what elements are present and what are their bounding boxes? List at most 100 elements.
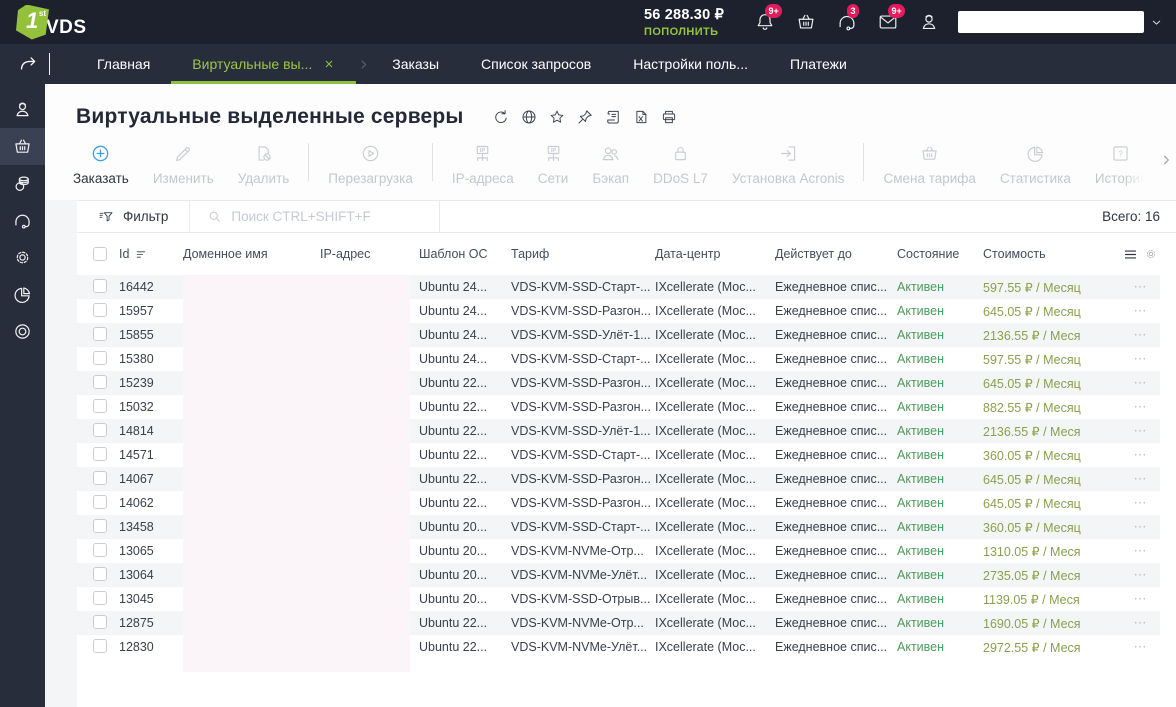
row-checkbox[interactable] bbox=[93, 398, 107, 413]
toolbar-button-label: Сети bbox=[537, 171, 569, 186]
row-checkbox[interactable] bbox=[93, 518, 107, 533]
row-checkbox[interactable] bbox=[93, 542, 107, 557]
row-checkbox[interactable] bbox=[93, 302, 107, 317]
row-actions-button[interactable]: ⋯ bbox=[1134, 399, 1161, 415]
filter-button[interactable]: Фильтр bbox=[98, 209, 168, 225]
cell-tariff: VDS-KVM-SSD-Улёт-1... bbox=[511, 424, 651, 438]
column-header-ip[interactable]: IP-адрес bbox=[320, 247, 419, 261]
row-actions-button[interactable]: ⋯ bbox=[1134, 471, 1161, 487]
row-actions-button[interactable]: ⋯ bbox=[1134, 279, 1161, 295]
column-header-domain[interactable]: Доменное имя bbox=[183, 247, 320, 261]
sidebar-item-statistics[interactable] bbox=[0, 276, 45, 313]
brand-logo[interactable]: 1 st VDS bbox=[16, 4, 112, 40]
columns-menu-icon[interactable] bbox=[1123, 247, 1138, 262]
sort-icon[interactable] bbox=[135, 248, 148, 261]
forward-arrow-button[interactable] bbox=[18, 54, 39, 75]
row-checkbox[interactable] bbox=[93, 326, 107, 341]
row-checkbox[interactable] bbox=[93, 422, 107, 437]
toolbar-button-statistics[interactable]: Статистика bbox=[988, 141, 1083, 188]
row-actions-button[interactable]: ⋯ bbox=[1134, 495, 1161, 511]
page-header-block: Виртуальные выделенные серверы Заказать … bbox=[45, 84, 1176, 200]
support-button[interactable]: 3 bbox=[836, 4, 860, 33]
column-header-tariff[interactable]: Тариф bbox=[511, 247, 655, 261]
column-header-id[interactable]: Id bbox=[119, 247, 183, 261]
topup-link[interactable]: ПОПОЛНИТЬ bbox=[644, 26, 724, 38]
toolbar-button-networks[interactable]: Сети bbox=[526, 141, 581, 188]
row-checkbox[interactable] bbox=[93, 638, 107, 653]
row-actions-button[interactable]: ⋯ bbox=[1134, 519, 1161, 535]
user-name-redacted[interactable] bbox=[958, 11, 1144, 33]
column-header-os-template[interactable]: Шаблон ОС bbox=[419, 247, 511, 261]
row-checkbox[interactable] bbox=[93, 614, 107, 629]
redaction-overlay bbox=[183, 276, 410, 672]
tab-payments[interactable]: Платежи bbox=[769, 44, 868, 84]
cell-datacenter: IXcellerate (Мос... bbox=[655, 424, 756, 438]
log-icon bbox=[604, 108, 622, 126]
sidebar-item-clients[interactable] bbox=[0, 91, 45, 128]
close-icon[interactable] bbox=[323, 58, 335, 70]
ip-icon bbox=[543, 143, 564, 164]
toolbar-button-delete[interactable]: Удалить bbox=[226, 141, 302, 188]
toolbar-button-backup[interactable]: Бэкап bbox=[580, 141, 641, 188]
sidebar-item-products[interactable] bbox=[0, 128, 45, 165]
export-excel-button[interactable] bbox=[632, 108, 650, 126]
chevron-right-icon bbox=[1159, 153, 1173, 167]
search-input[interactable] bbox=[231, 209, 407, 224]
log-button[interactable] bbox=[604, 108, 622, 126]
row-checkbox[interactable] bbox=[93, 470, 107, 485]
messages-button[interactable]: 9+ bbox=[877, 4, 906, 33]
row-actions-button[interactable]: ⋯ bbox=[1134, 447, 1161, 463]
sidebar-item-monitoring[interactable] bbox=[0, 313, 45, 350]
cart-button[interactable] bbox=[795, 11, 817, 33]
cell-datacenter: IXcellerate (Мос... bbox=[655, 328, 756, 342]
tab-home[interactable]: Главная bbox=[76, 44, 171, 84]
row-actions-button[interactable]: ⋯ bbox=[1134, 591, 1161, 607]
toolbar-button-acronis-install[interactable]: Установка Acronis bbox=[720, 141, 857, 188]
sidebar-item-billing[interactable] bbox=[0, 165, 45, 202]
row-actions-button[interactable]: ⋯ bbox=[1134, 423, 1161, 439]
tab-request-list[interactable]: Список запросов bbox=[460, 44, 612, 84]
refresh-button[interactable] bbox=[492, 108, 510, 126]
print-button[interactable] bbox=[660, 108, 678, 126]
tab-orders[interactable]: Заказы bbox=[371, 44, 460, 84]
favorite-button[interactable] bbox=[548, 108, 566, 126]
row-checkbox[interactable] bbox=[93, 278, 107, 293]
row-actions-button[interactable]: ⋯ bbox=[1134, 639, 1161, 655]
row-actions-button[interactable]: ⋯ bbox=[1134, 375, 1161, 391]
toolbar-button-change-tariff[interactable]: Смена тарифа bbox=[871, 141, 987, 188]
toolbar-button-reboot[interactable]: Перезагрузка bbox=[316, 141, 425, 188]
row-actions-button[interactable]: ⋯ bbox=[1134, 615, 1161, 631]
row-checkbox[interactable] bbox=[93, 566, 107, 581]
row-checkbox[interactable] bbox=[93, 590, 107, 605]
toolbar-button-order[interactable]: Заказать bbox=[61, 141, 141, 188]
select-all-checkbox[interactable] bbox=[93, 247, 107, 261]
row-actions-button[interactable]: ⋯ bbox=[1134, 351, 1161, 367]
toolbar-button-ddos-l7[interactable]: DDoS L7 bbox=[641, 141, 720, 188]
profile-button[interactable] bbox=[918, 11, 940, 33]
toolbar-button-edit[interactable]: Изменить bbox=[141, 141, 226, 188]
row-checkbox[interactable] bbox=[93, 350, 107, 365]
tab-virtual-servers[interactable]: Виртуальные вы... bbox=[171, 44, 357, 84]
sidebar-item-settings[interactable] bbox=[0, 239, 45, 276]
column-header-datacenter[interactable]: Дата-центр bbox=[655, 247, 775, 261]
row-checkbox[interactable] bbox=[93, 446, 107, 461]
row-checkbox[interactable] bbox=[93, 494, 107, 509]
column-header-state[interactable]: Состояние bbox=[897, 247, 983, 261]
row-actions-button[interactable]: ⋯ bbox=[1134, 303, 1161, 319]
row-actions-button[interactable]: ⋯ bbox=[1134, 543, 1161, 559]
row-actions-button[interactable]: ⋯ bbox=[1134, 327, 1161, 343]
globe-button[interactable] bbox=[520, 108, 538, 126]
row-actions-button[interactable]: ⋯ bbox=[1134, 567, 1161, 583]
row-checkbox[interactable] bbox=[93, 374, 107, 389]
table-settings-gear-icon[interactable] bbox=[1144, 247, 1158, 261]
column-header-price[interactable]: Стоимость bbox=[983, 247, 1103, 261]
toolbar-scroll-right-button[interactable] bbox=[1159, 141, 1173, 167]
notifications-button[interactable]: 9+ bbox=[754, 4, 783, 33]
toolbar-button-history[interactable]: История bbox=[1083, 141, 1159, 188]
chevron-down-icon[interactable] bbox=[1149, 15, 1164, 30]
column-header-valid-until[interactable]: Действует до bbox=[775, 247, 897, 261]
pin-button[interactable] bbox=[576, 108, 594, 126]
sidebar-item-support[interactable] bbox=[0, 202, 45, 239]
toolbar-button-ip-addresses[interactable]: IP-адреса bbox=[440, 141, 526, 188]
tab-user-settings[interactable]: Настройки поль... bbox=[612, 44, 769, 84]
